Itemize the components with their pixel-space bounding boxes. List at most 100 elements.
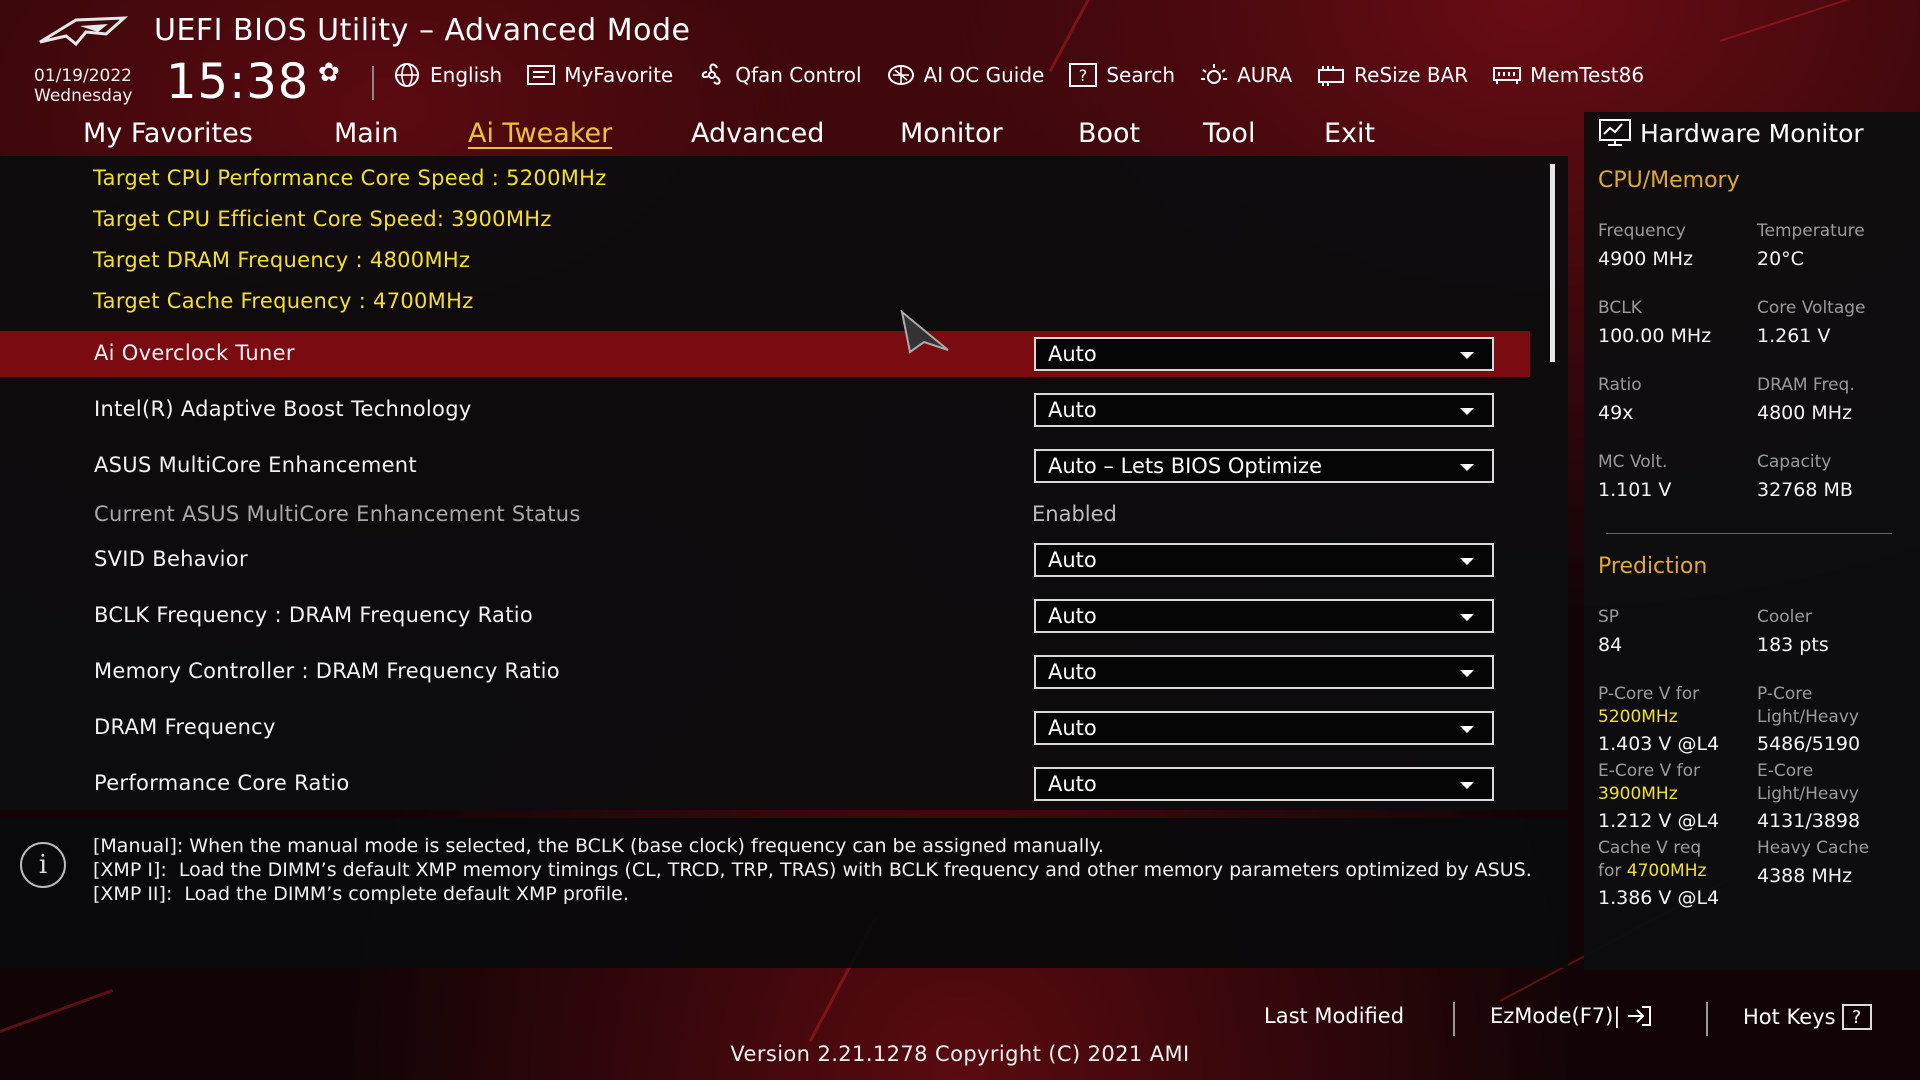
ecore-v-freq: 3900MHz: [1598, 784, 1678, 804]
hw-divider: [1606, 533, 1892, 534]
svid-behavior-dropdown[interactable]: Auto: [1034, 543, 1494, 577]
hot-keys-button[interactable]: Hot Keys ?: [1743, 1004, 1872, 1030]
tab-monitor[interactable]: Monitor: [900, 118, 1003, 149]
setting-row-multicore-enhancement[interactable]: ASUS MultiCore Enhancement Auto – Lets B…: [0, 443, 1530, 489]
toolbar-english[interactable]: English: [392, 62, 502, 88]
scrollbar[interactable]: [1550, 164, 1555, 362]
dram-freq-label: DRAM Freq.: [1757, 375, 1855, 395]
tab-advanced[interactable]: Advanced: [691, 118, 824, 149]
tab-ai-tweaker[interactable]: Ai Tweaker: [468, 118, 612, 149]
header-divider: [372, 66, 374, 100]
setting-row-adaptive-boost[interactable]: Intel(R) Adaptive Boost Technology Auto: [0, 387, 1530, 433]
heavy-cache-value: 4388 MHz: [1757, 865, 1853, 887]
pcore-v-label: P-Core V for: [1598, 684, 1700, 704]
last-modified-button[interactable]: Last Modified: [1264, 1004, 1404, 1028]
multicore-enhancement-dropdown[interactable]: Auto – Lets BIOS Optimize: [1034, 449, 1494, 483]
app-title: UEFI BIOS Utility – Advanced Mode: [154, 13, 691, 48]
help-panel: i [Manual]: When the manual mode is sele…: [0, 818, 1568, 968]
ezmode-button[interactable]: EzMode(F7)|: [1490, 1004, 1652, 1028]
setting-label: Current ASUS MultiCore Enhancement Statu…: [94, 502, 581, 526]
caret-down-icon: [1460, 558, 1474, 565]
rog-logo: [39, 16, 128, 47]
cooler-label: Cooler: [1757, 607, 1812, 627]
tab-my-favorites[interactable]: My Favorites: [83, 118, 253, 149]
temperature-value: 20°C: [1757, 248, 1804, 270]
setting-row-ai-overclock-tuner[interactable]: Ai Overclock Tuner Auto: [0, 331, 1530, 377]
help-line-xmp1: [XMP I]: Load the DIMM’s default XMP mem…: [93, 859, 1532, 881]
setting-label: Performance Core Ratio: [94, 771, 350, 795]
dropdown-value: Auto – Lets BIOS Optimize: [1048, 454, 1323, 478]
settings-panel: Target CPU Performance Core Speed : 5200…: [0, 156, 1568, 810]
tab-tool[interactable]: Tool: [1203, 118, 1255, 149]
toolbar-myfavorite-label: MyFavorite: [564, 63, 674, 87]
setting-label: ASUS MultiCore Enhancement: [94, 453, 417, 477]
adaptive-boost-dropdown[interactable]: Auto: [1034, 393, 1494, 427]
gear-icon[interactable]: ✿: [318, 58, 340, 88]
dropdown-value: Auto: [1048, 604, 1097, 628]
footer-divider: [1706, 1002, 1708, 1036]
toolbar-memtest86[interactable]: MemTest86: [1492, 62, 1644, 88]
mc-volt-value: 1.101 V: [1598, 479, 1672, 501]
aura-icon: [1199, 62, 1229, 88]
ecore-lh-label-1: E-Core: [1757, 761, 1814, 781]
ecore-lh-value: 4131/3898: [1757, 810, 1861, 832]
pcore-v-freq: 5200MHz: [1598, 707, 1678, 727]
target-info: Target CPU Performance Core Speed : 5200…: [93, 166, 607, 330]
help-question-icon: ?: [1841, 1004, 1872, 1030]
mc-dram-ratio-dropdown[interactable]: Auto: [1034, 655, 1494, 689]
mouse-cursor-icon: [900, 310, 949, 354]
tab-exit[interactable]: Exit: [1324, 118, 1375, 149]
setting-row-dram-frequency[interactable]: DRAM Frequency Auto: [0, 705, 1530, 751]
setting-row-svid-behavior[interactable]: SVID Behavior Auto: [0, 537, 1530, 583]
prediction-heading: Prediction: [1598, 554, 1708, 579]
bclk-dram-ratio-dropdown[interactable]: Auto: [1034, 599, 1494, 633]
hardware-monitor-title: Hardware Monitor: [1598, 118, 1864, 148]
toolbar: English MyFavorite Qfan Control AI OC Gu…: [392, 62, 1644, 88]
toolbar-myfavorite[interactable]: MyFavorite: [526, 62, 673, 88]
pcore-lh-value: 5486/5190: [1757, 733, 1861, 755]
mc-volt-label: MC Volt.: [1598, 452, 1668, 472]
setting-label: SVID Behavior: [94, 547, 248, 571]
favorite-icon: [526, 62, 556, 88]
toolbar-search-label: Search: [1106, 63, 1176, 87]
caret-down-icon: [1460, 464, 1474, 471]
core-voltage-value: 1.261 V: [1757, 325, 1831, 347]
target-pcore-speed: Target CPU Performance Core Speed : 5200…: [93, 166, 607, 190]
setting-label: Memory Controller : DRAM Frequency Ratio: [94, 659, 560, 683]
dram-frequency-dropdown[interactable]: Auto: [1034, 711, 1494, 745]
footer-divider: [1453, 1002, 1455, 1036]
ratio-value: 49x: [1598, 402, 1634, 424]
memtest-icon: [1492, 62, 1522, 88]
ai-overclock-tuner-dropdown[interactable]: Auto: [1034, 337, 1494, 371]
toolbar-search[interactable]: ? Search: [1068, 62, 1175, 88]
bclk-value: 100.00 MHz: [1598, 325, 1712, 347]
setting-label: Ai Overclock Tuner: [94, 341, 295, 365]
toolbar-aura[interactable]: AURA: [1199, 62, 1292, 88]
toolbar-resize-bar[interactable]: ReSize BAR: [1316, 62, 1468, 88]
performance-core-ratio-dropdown[interactable]: Auto: [1034, 767, 1494, 801]
capacity-value: 32768 MB: [1757, 479, 1853, 501]
hardware-monitor-panel: Hardware Monitor CPU/Memory Frequency 49…: [1584, 112, 1920, 970]
setting-row-bclk-dram-ratio[interactable]: BCLK Frequency : DRAM Frequency Ratio Au…: [0, 593, 1530, 639]
fan-icon: [697, 62, 727, 88]
setting-label: DRAM Frequency: [94, 715, 276, 739]
setting-row-performance-core-ratio[interactable]: Performance Core Ratio Auto: [0, 761, 1530, 807]
toolbar-ai-oc-guide[interactable]: AI OC Guide: [886, 62, 1044, 88]
toolbar-qfan-control[interactable]: Qfan Control: [697, 62, 862, 88]
ecore-lh-label-2: Light/Heavy: [1757, 784, 1859, 804]
tab-main[interactable]: Main: [334, 118, 398, 149]
sp-label: SP: [1598, 607, 1620, 627]
capacity-label: Capacity: [1757, 452, 1832, 472]
date-text: 01/19/2022: [34, 66, 132, 86]
temperature-label: Temperature: [1757, 221, 1865, 241]
setting-row-mc-dram-ratio[interactable]: Memory Controller : DRAM Frequency Ratio…: [0, 649, 1530, 695]
dram-freq-value: 4800 MHz: [1757, 402, 1853, 424]
frequency-value: 4900 MHz: [1598, 248, 1694, 270]
clock[interactable]: 15:38: [166, 54, 309, 110]
svg-text:?: ?: [1079, 66, 1088, 85]
pcore-lh-label-1: P-Core: [1757, 684, 1813, 704]
dropdown-value: Auto: [1048, 772, 1097, 796]
tab-boot[interactable]: Boot: [1078, 118, 1140, 149]
pcore-v-value: 1.403 V @L4: [1598, 733, 1720, 755]
help-line-manual: [Manual]: When the manual mode is select…: [93, 835, 1104, 857]
